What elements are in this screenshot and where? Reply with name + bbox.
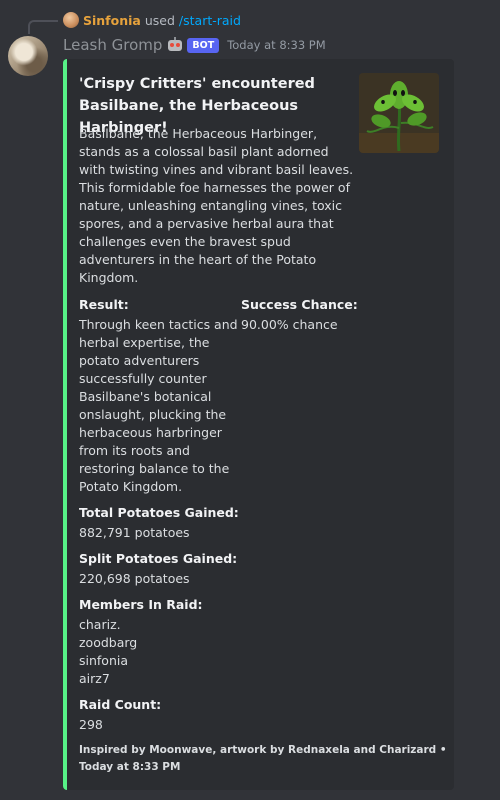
embed-thumbnail-image[interactable] bbox=[359, 73, 439, 153]
members-name: Members In Raid: bbox=[79, 597, 203, 612]
result-field-name: Result: bbox=[79, 297, 129, 312]
member-list: chariz. zoodbarg sinfonia airz7 bbox=[79, 616, 379, 688]
slash-command-link[interactable]: /start-raid bbox=[179, 13, 241, 28]
command-reply-line[interactable]: Sinfonia used /start-raid bbox=[63, 12, 241, 28]
result-field-value: Through keen tactics and herbal expertis… bbox=[79, 317, 238, 494]
split-potatoes-field: Split Potatoes Gained: 220,698 potatoes bbox=[79, 550, 379, 588]
member-entry: zoodbarg bbox=[79, 635, 138, 650]
total-potatoes-value: 882,791 potatoes bbox=[79, 525, 190, 540]
reply-user-avatar[interactable] bbox=[63, 12, 79, 28]
member-entry: chariz. bbox=[79, 617, 121, 632]
result-field: Result: Through keen tactics and herbal … bbox=[79, 296, 239, 496]
embed-description: Basilbane, the Herbaceous Harbinger, sta… bbox=[79, 126, 354, 285]
bot-avatar[interactable] bbox=[8, 36, 48, 76]
robot-emoji-icon bbox=[167, 37, 183, 53]
raid-count-value: 298 bbox=[79, 717, 103, 732]
reply-connector bbox=[28, 20, 58, 34]
split-potatoes-value: 220,698 potatoes bbox=[79, 571, 190, 586]
embed-footer: Inspired by Moonwave, artwork by Rednaxe… bbox=[79, 744, 447, 773]
success-chance-value: 90.00% chance bbox=[241, 317, 338, 332]
raid-count-name: Raid Count: bbox=[79, 697, 162, 712]
reply-used-text: used bbox=[144, 12, 175, 28]
total-potatoes-name: Total Potatoes Gained: bbox=[79, 505, 239, 520]
member-entry: airz7 bbox=[79, 671, 110, 686]
reply-username[interactable]: Sinfonia bbox=[83, 13, 141, 28]
bot-badge: BOT bbox=[187, 37, 220, 53]
member-entry: sinfonia bbox=[79, 653, 129, 668]
success-chance-name: Success Chance: bbox=[241, 297, 358, 312]
basil-monster-artwork bbox=[359, 73, 439, 153]
message-header: Leash Gromp BOT Today at 8:33 PM bbox=[63, 34, 326, 56]
raid-count-field: Raid Count: 298 bbox=[79, 696, 379, 734]
split-potatoes-name: Split Potatoes Gained: bbox=[79, 551, 238, 566]
members-field: Members In Raid: chariz. zoodbarg sinfon… bbox=[79, 596, 379, 688]
total-potatoes-field: Total Potatoes Gained: 882,791 potatoes bbox=[79, 504, 379, 542]
bot-username[interactable]: Leash Gromp bbox=[63, 36, 162, 54]
raid-embed: 'Crispy Critters' encountered Basilbane,… bbox=[63, 59, 454, 790]
message-timestamp[interactable]: Today at 8:33 PM bbox=[227, 38, 325, 52]
success-chance-field: Success Chance: 90.00% chance bbox=[241, 296, 441, 334]
bot-message: Sinfonia used /start-raid Leash Gromp BO… bbox=[0, 0, 500, 800]
